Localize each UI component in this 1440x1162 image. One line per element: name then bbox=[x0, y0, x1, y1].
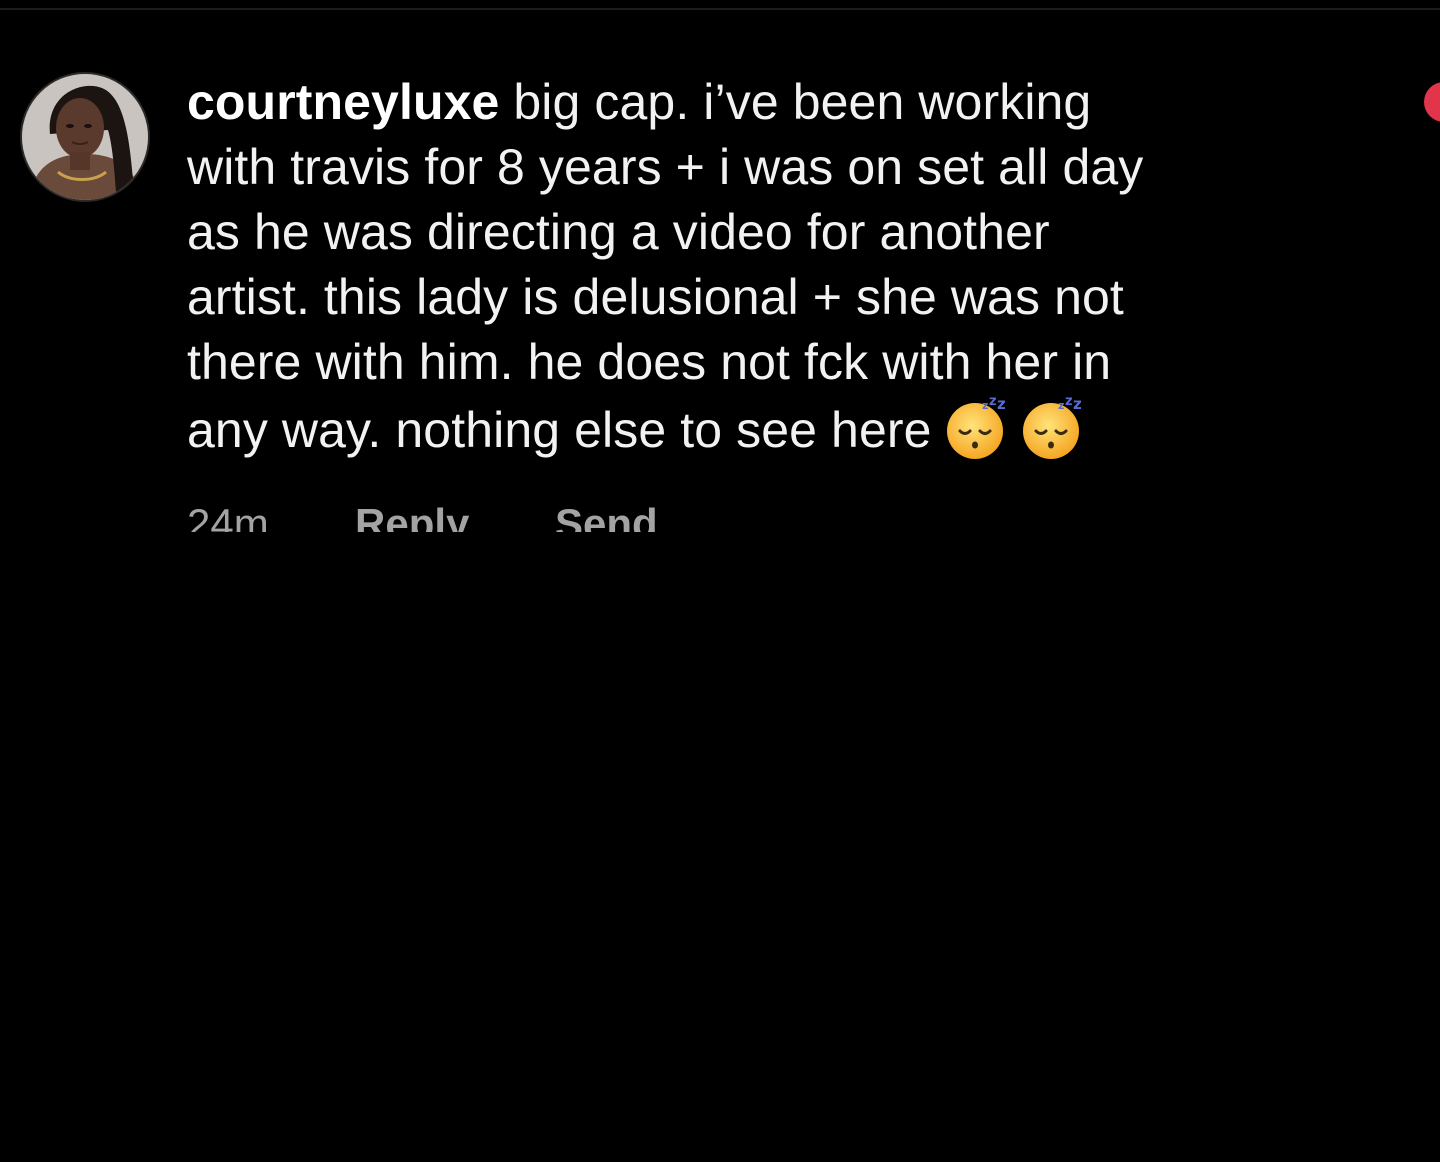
comment-actions: 24m Reply Send bbox=[187, 494, 747, 532]
avatar[interactable] bbox=[22, 74, 148, 200]
comment-text-line: artist. this lady is delusional + she wa… bbox=[187, 269, 1124, 325]
svg-text:z: z bbox=[1073, 395, 1082, 413]
comment-text-line: as he was directing a video for another bbox=[187, 204, 1050, 260]
comment-line: any way. nothing else to see here z z z z z z bbox=[187, 395, 1337, 463]
svg-text:z: z bbox=[997, 395, 1006, 413]
comment-timestamp: 24m bbox=[187, 500, 269, 532]
comment-text-line: with travis for 8 years + i was on set a… bbox=[187, 139, 1144, 195]
comment-username[interactable]: courtneyluxe bbox=[187, 74, 499, 130]
svg-text:z: z bbox=[1058, 399, 1065, 412]
svg-text:z: z bbox=[982, 399, 989, 412]
svg-text:z: z bbox=[1065, 395, 1073, 409]
sleeping-face-emoji: zzz bbox=[942, 395, 1008, 461]
sleeping-face-emoji: zzz bbox=[1018, 395, 1084, 461]
reply-button[interactable]: Reply bbox=[355, 498, 555, 532]
heart-icon[interactable] bbox=[1424, 82, 1440, 122]
svg-text:z: z bbox=[989, 395, 997, 409]
comment-text-line: big cap. i’ve been working bbox=[499, 74, 1092, 130]
comment-body: courtneyluxe big cap. i’ve been working … bbox=[187, 70, 1337, 463]
comment-item: courtneyluxe big cap. i’ve been working … bbox=[0, 0, 1440, 560]
comment-text-line: there with him. he does not fck with her… bbox=[187, 334, 1112, 390]
comment-text-line: any way. nothing else to see here bbox=[187, 402, 932, 458]
send-button[interactable]: Send bbox=[555, 498, 658, 532]
comment-line: courtneyluxe big cap. i’ve been working bbox=[187, 70, 1337, 135]
